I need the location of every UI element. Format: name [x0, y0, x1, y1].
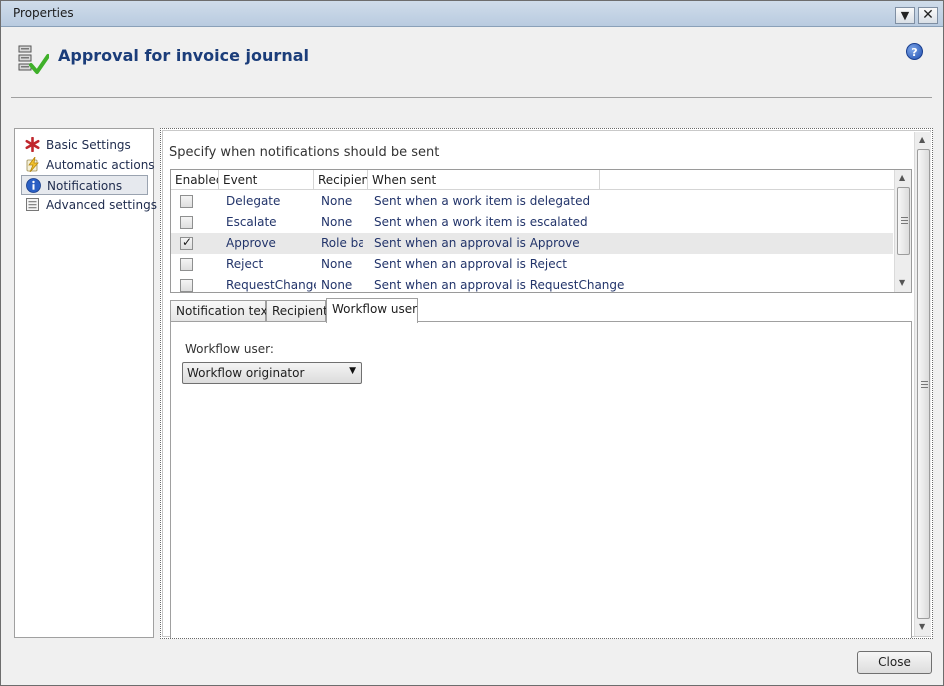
grip-line	[901, 220, 908, 221]
settings-sheet-icon	[26, 198, 39, 211]
event-cell: Reject	[226, 257, 264, 271]
sidebar-item-label: Advanced settings	[46, 198, 157, 212]
close-button[interactable]: Close	[857, 651, 932, 674]
help-icon[interactable]: ?	[906, 43, 923, 60]
enabled-checkbox[interactable]	[180, 216, 193, 229]
when-sent-cell: Sent when a work item is escalated	[374, 215, 588, 229]
workflow-user-panel: Workflow user: Workflow originator ▼	[170, 321, 912, 638]
sidebar-item-label: Automatic actions	[46, 158, 155, 172]
lightning-icon	[26, 157, 39, 172]
recipient-cell: None	[321, 278, 353, 292]
table-row[interactable]: Escalate None Sent when a work item is e…	[171, 212, 893, 233]
settings-sidebar: Basic Settings Automatic actions Notific…	[14, 128, 157, 638]
grip-line	[921, 381, 928, 382]
info-icon	[26, 178, 41, 193]
enabled-checkbox[interactable]	[180, 195, 193, 208]
sidebar-item-advanced-settings[interactable]: Advanced settings	[21, 195, 157, 215]
recipient-cell: Role ba:	[321, 236, 363, 250]
table-row[interactable]: Delegate None Sent when a work item is d…	[171, 191, 893, 212]
sidebar-item-basic-settings[interactable]: Basic Settings	[21, 135, 148, 155]
workflow-approval-icon	[18, 45, 49, 74]
event-cell: Approve	[226, 236, 276, 250]
table-row[interactable]: Reject None Sent when an approval is Rej…	[171, 254, 893, 275]
workflow-user-label: Workflow user:	[185, 342, 274, 356]
properties-window: Properties ▼ ✕ Approval for invoice jour…	[0, 0, 944, 686]
enabled-checkbox[interactable]	[180, 279, 193, 292]
column-header-when-sent[interactable]: When sent	[368, 170, 600, 190]
event-cell: Escalate	[226, 215, 277, 229]
grip-line	[921, 384, 928, 385]
close-window-icon[interactable]: ✕	[918, 7, 938, 24]
column-header-recipient[interactable]: Recipient	[314, 170, 368, 190]
tab-recipient[interactable]: Recipient	[266, 300, 328, 322]
grid-header: Enabled Event Recipient When sent	[171, 170, 911, 190]
when-sent-cell: Sent when an approval is Approve	[374, 236, 580, 250]
dropdown-icon[interactable]: ▼	[895, 7, 915, 24]
grid-scroll-thumb[interactable]	[897, 187, 910, 255]
table-row[interactable]: RequestChange None Sent when an approval…	[171, 275, 893, 292]
grip-line	[901, 223, 908, 224]
scroll-down-icon[interactable]: ▼	[899, 278, 905, 287]
tab-workflow-user[interactable]: Workflow user	[326, 298, 418, 323]
sidebar-item-notifications[interactable]: Notifications	[21, 175, 148, 195]
panel-scroll-thumb[interactable]	[917, 149, 930, 619]
grip-line	[921, 387, 928, 388]
event-cell: RequestChange	[226, 278, 316, 292]
asterisk-icon	[25, 137, 40, 152]
scroll-down-icon[interactable]: ▼	[919, 622, 925, 631]
sidebar-item-automatic-actions[interactable]: Automatic actions	[21, 155, 155, 175]
page-title: Approval for invoice journal	[58, 46, 309, 65]
sidebar-item-label: Notifications	[47, 179, 123, 193]
table-row[interactable]: Approve Role ba: Sent when an approval i…	[171, 233, 893, 254]
scroll-up-icon[interactable]: ▲	[919, 135, 925, 144]
notifications-heading: Specify when notifications should be sen…	[169, 145, 440, 160]
panel-scrollbar[interactable]: ▲ ▼	[914, 132, 931, 636]
recipient-cell: None	[321, 215, 353, 229]
grip-line	[901, 217, 908, 218]
title-bar[interactable]: Properties ▼ ✕	[1, 1, 943, 27]
chevron-down-icon: ▼	[349, 366, 356, 376]
scroll-up-icon[interactable]: ▲	[899, 173, 905, 182]
event-cell: Delegate	[226, 194, 281, 208]
enabled-checkbox[interactable]	[180, 235, 193, 250]
when-sent-cell: Sent when a work item is delegated	[374, 194, 591, 208]
enabled-checkbox[interactable]	[180, 258, 193, 271]
header-divider	[11, 97, 932, 98]
notifications-panel-inner: Specify when notifications should be sen…	[162, 130, 931, 638]
window-title: Properties	[13, 6, 74, 20]
when-sent-cell: Sent when an approval is RequestChange	[374, 278, 625, 292]
recipient-cell: None	[321, 194, 353, 208]
workflow-user-value: Workflow originator	[187, 366, 305, 380]
when-sent-cell: Sent when an approval is Reject	[374, 257, 567, 271]
column-header-event[interactable]: Event	[219, 170, 314, 190]
column-header-enabled[interactable]: Enabled	[171, 170, 219, 190]
grid-scrollbar[interactable]: ▲ ▼	[894, 170, 911, 292]
tab-notification-text[interactable]: Notification text	[170, 300, 272, 322]
sidebar-item-label: Basic Settings	[46, 138, 131, 152]
notifications-panel: Specify when notifications should be sen…	[160, 128, 933, 639]
workflow-user-select[interactable]: Workflow originator ▼	[182, 362, 362, 384]
notifications-grid: Enabled Event Recipient When sent Delega…	[170, 169, 912, 293]
recipient-cell: None	[321, 257, 353, 271]
